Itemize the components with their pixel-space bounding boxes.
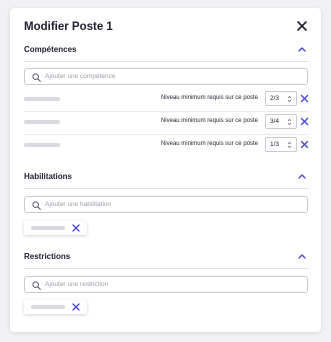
stepper-arrows-icon <box>287 118 292 126</box>
section-title-competences: Compétences <box>24 45 77 54</box>
section-divider <box>24 61 309 62</box>
stepper-arrows-icon <box>287 141 292 149</box>
chevron-up-icon[interactable] <box>297 172 307 180</box>
restriction-search-input[interactable] <box>45 277 295 292</box>
section-title-habilitations: Habilitations <box>24 172 73 181</box>
habilitation-search-input[interactable] <box>45 197 295 212</box>
habilitation-chip <box>24 221 87 235</box>
remove-icon[interactable] <box>72 224 80 232</box>
remove-icon[interactable] <box>72 303 80 311</box>
restriction-name-placeholder <box>31 305 65 309</box>
competence-search-input[interactable] <box>45 69 295 84</box>
competence-row: Niveau minimum requis sur ce poste 3/4 <box>24 111 309 133</box>
level-value: 2/3 <box>270 95 280 102</box>
close-icon[interactable] <box>295 19 309 33</box>
competence-name-placeholder <box>24 120 60 124</box>
level-stepper[interactable]: 1/3 <box>265 137 297 152</box>
habilitation-search-field[interactable] <box>24 196 308 213</box>
competence-search-field[interactable] <box>24 68 308 85</box>
search-icon <box>32 73 41 82</box>
remove-icon[interactable] <box>300 94 309 103</box>
chevron-up-icon[interactable] <box>297 45 307 53</box>
level-label: Niveau minimum requis sur ce poste <box>160 118 258 124</box>
level-value: 1/3 <box>270 141 280 148</box>
level-label: Niveau minimum requis sur ce poste <box>160 141 258 147</box>
competence-row: Niveau minimum requis sur ce poste 1/3 <box>24 134 309 156</box>
level-label: Niveau minimum requis sur ce poste <box>160 95 258 101</box>
remove-icon[interactable] <box>300 140 309 149</box>
search-icon <box>32 281 41 290</box>
competence-name-placeholder <box>24 143 60 147</box>
section-divider <box>24 188 309 189</box>
restriction-search-field[interactable] <box>24 276 308 293</box>
level-stepper[interactable]: 3/4 <box>265 114 297 129</box>
competence-name-placeholder <box>24 97 60 101</box>
remove-icon[interactable] <box>300 117 309 126</box>
search-icon <box>32 201 41 210</box>
section-divider <box>24 268 309 269</box>
modal-title: Modifier Poste 1 <box>24 21 113 33</box>
section-title-restrictions: Restrictions <box>24 252 71 261</box>
level-stepper[interactable]: 2/3 <box>265 91 297 106</box>
restriction-chip <box>24 300 87 314</box>
edit-post-modal: Modifier Poste 1 Compétences Niveau mini… <box>10 8 321 332</box>
stepper-arrows-icon <box>287 95 292 103</box>
level-value: 3/4 <box>270 118 280 125</box>
habilitation-name-placeholder <box>31 226 65 230</box>
chevron-up-icon[interactable] <box>297 252 307 260</box>
competence-row: Niveau minimum requis sur ce poste 2/3 <box>24 88 309 110</box>
